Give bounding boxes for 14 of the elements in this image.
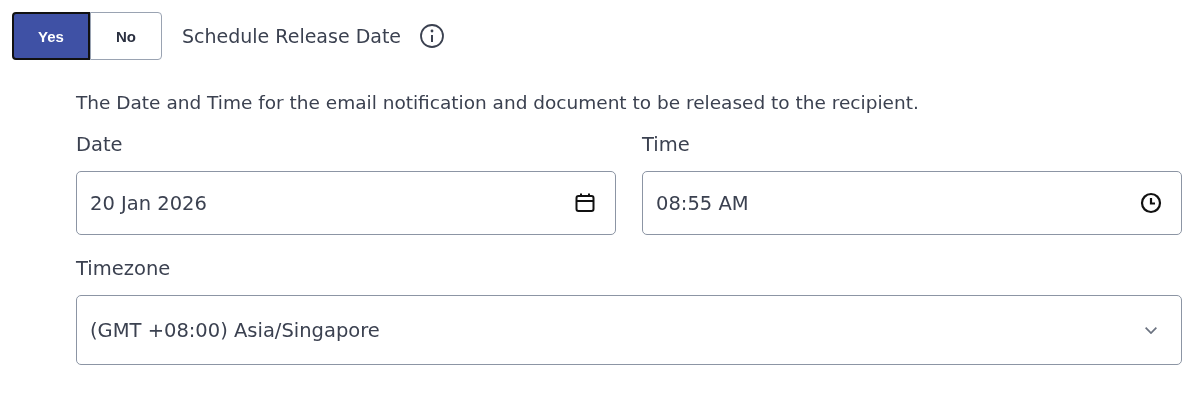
chevron-down-icon (1145, 326, 1157, 334)
timezone-select[interactable]: (GMT +08:00) Asia/Singapore (76, 295, 1182, 365)
field-label: Timezone (76, 257, 172, 281)
section-title: Schedule Release Date (182, 25, 402, 47)
time-field[interactable]: 08:55 AM (642, 171, 1182, 235)
toggle-option[interactable]: No (90, 12, 162, 60)
calendar-icon[interactable] (573, 191, 597, 215)
info-icon[interactable] (419, 23, 446, 49)
toggle-option[interactable]: Yes (12, 12, 90, 60)
date-field[interactable]: 20 Jan 2026 (76, 171, 616, 235)
field-label: Date (76, 133, 124, 157)
clock-icon[interactable] (1139, 191, 1163, 215)
field-label: Time (642, 133, 691, 157)
description: The Date and Time for the email notification and document to be released to the recipient. (76, 92, 920, 113)
